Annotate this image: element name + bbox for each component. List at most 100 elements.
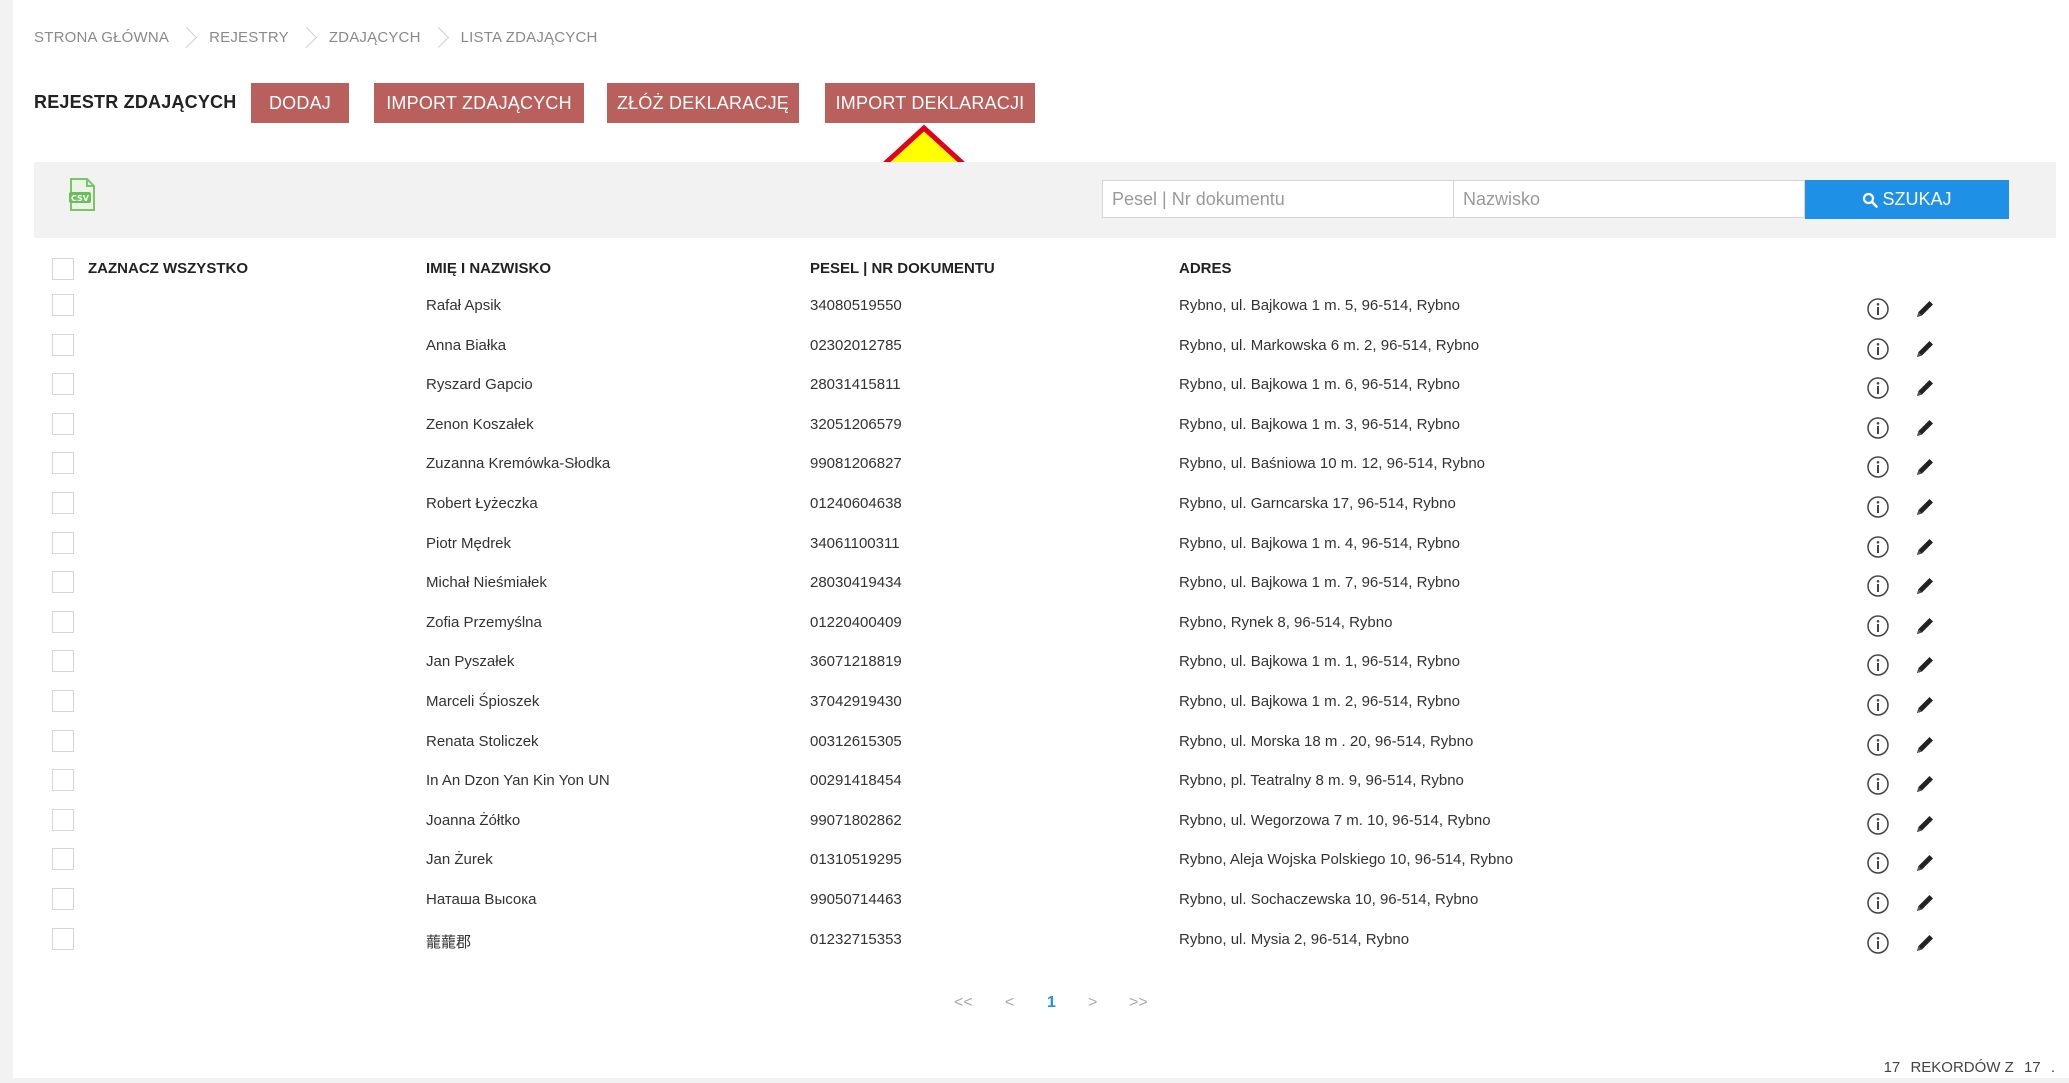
row-checkbox[interactable]: [52, 769, 74, 792]
edit-pencil-icon[interactable]: [1914, 377, 1936, 399]
import-candidates-button[interactable]: IMPORT ZDAJĄCYCH: [374, 83, 584, 123]
row-checkbox[interactable]: [52, 294, 74, 316]
info-icon[interactable]: [1866, 931, 1890, 955]
row-checkbox[interactable]: [52, 452, 74, 475]
search-button[interactable]: SZUKAJ: [1805, 180, 2009, 219]
info-icon[interactable]: [1866, 455, 1890, 479]
info-icon[interactable]: [1866, 376, 1890, 400]
csv-export-icon[interactable]: CSV: [68, 178, 96, 212]
table-row: Zenon Koszałek 32051206579 Rybno, ul. Bajk…: [34, 405, 2056, 445]
info-icon[interactable]: [1866, 653, 1890, 677]
cell-address: Rybno, Rynek 8, 96-514, Rybno: [1179, 613, 1393, 631]
cell-pesel: 28031415811: [810, 376, 901, 394]
column-header-address: ADRES: [1179, 260, 1232, 277]
info-icon[interactable]: [1866, 297, 1890, 321]
info-icon[interactable]: [1866, 337, 1890, 361]
edit-pencil-icon[interactable]: [1914, 417, 1936, 439]
edit-pencil-icon[interactable]: [1914, 773, 1936, 795]
surname-search-input[interactable]: [1453, 180, 1805, 218]
current-page[interactable]: 1: [1047, 994, 1056, 1012]
edit-pencil-icon[interactable]: [1914, 456, 1936, 478]
search-icon: [1863, 192, 1879, 208]
prev-page-link[interactable]: <: [1005, 994, 1014, 1012]
edit-pencil-icon[interactable]: [1914, 575, 1936, 597]
row-checkbox[interactable]: [52, 610, 74, 633]
pesel-search-input[interactable]: [1102, 180, 1454, 218]
record-count-tail: .: [2050, 1059, 2055, 1076]
cell-name: Zuzanna Kremówka-Słodka: [426, 455, 611, 473]
info-icon[interactable]: [1866, 693, 1890, 717]
info-icon[interactable]: [1866, 495, 1890, 519]
row-checkbox[interactable]: [52, 690, 74, 712]
edit-pencil-icon[interactable]: [1914, 496, 1936, 518]
breadcrumb-registers[interactable]: REJESTRY: [209, 29, 289, 46]
info-icon[interactable]: [1866, 851, 1890, 875]
edit-pencil-icon[interactable]: [1914, 892, 1936, 914]
row-checkbox[interactable]: [52, 531, 74, 554]
table-row: Robert Łyżeczka 01240604638 Rybno, ul. Gar…: [34, 484, 2056, 524]
breadcrumb-home[interactable]: STRONA GŁÓWNA: [34, 29, 169, 46]
info-icon[interactable]: [1866, 535, 1890, 559]
record-count: 17 REKORDÓW Z 17 .: [1878, 1059, 2055, 1076]
row-checkbox[interactable]: [52, 373, 74, 396]
add-button[interactable]: DODAJ: [251, 83, 349, 123]
import-declarations-button[interactable]: IMPORT DEKLARACJI: [825, 83, 1035, 123]
next-page-link[interactable]: >: [1088, 994, 1097, 1012]
edit-pencil-icon[interactable]: [1914, 615, 1936, 637]
edit-pencil-icon[interactable]: [1914, 654, 1936, 676]
row-checkbox[interactable]: [52, 808, 74, 831]
cell-name: Piotr Mędrek: [426, 534, 512, 552]
cell-address: Rybno, ul. Sochaczewska 10, 96-514, Rybn…: [1179, 891, 1479, 908]
info-icon[interactable]: [1866, 891, 1890, 915]
table-row: Rafał Apsik 34080519550 Rybno, ul. Bajkowa…: [34, 286, 2056, 326]
svg-text:CSV: CSV: [71, 194, 90, 203]
record-count-total: 17: [2023, 1059, 2041, 1076]
info-icon[interactable]: [1866, 812, 1890, 836]
cell-name: Robert Łyżeczka: [426, 495, 538, 512]
cell-address: Rybno, ul. Mysia 2, 96-514, Rybno: [1179, 930, 1410, 948]
table-row: Michał Nieśmiałek 28030419434 Rybno, ul. B…: [34, 563, 2056, 603]
row-checkbox[interactable]: [52, 927, 74, 950]
row-checkbox[interactable]: [52, 848, 74, 871]
cell-address: Rybno, ul. Bajkowa 1 m. 3, 96-514, Rybno: [1179, 415, 1460, 433]
table-row: Zuzanna Kremówka-Słodka 99081206827 Rybno,…: [34, 444, 2056, 484]
submit-declaration-button[interactable]: ZŁÓŻ DEKLARACJĘ: [607, 83, 799, 123]
row-checkbox[interactable]: [52, 412, 74, 435]
table-row: Renata Stoliczek 00312615305 Rybno, ul. Mo…: [34, 722, 2056, 762]
record-count-shown: 17: [1883, 1059, 1901, 1076]
edit-pencil-icon[interactable]: [1914, 734, 1936, 756]
cell-pesel: 99050714463: [810, 891, 902, 908]
edit-pencil-icon[interactable]: [1914, 852, 1936, 874]
edit-pencil-icon[interactable]: [1914, 694, 1936, 716]
info-icon[interactable]: [1866, 614, 1890, 638]
row-checkbox[interactable]: [52, 333, 74, 356]
chevron-right-icon: [181, 24, 195, 50]
cell-name: 蘢蘢郡: [426, 933, 472, 951]
breadcrumb-candidates[interactable]: ZDAJĄCYCH: [329, 29, 421, 46]
cell-name: Jan Pyszałek: [426, 653, 515, 671]
row-checkbox[interactable]: [52, 492, 74, 514]
info-icon[interactable]: [1866, 733, 1890, 757]
last-page-link[interactable]: >>: [1129, 994, 1148, 1012]
cell-pesel: 01232715353: [810, 930, 902, 948]
row-checkbox[interactable]: [52, 888, 74, 910]
cell-address: Rybno, ul. Markowska 6 m. 2, 96-514, Ryb…: [1179, 336, 1480, 354]
table-row: Piotr Mędrek 34061100311 Rybno, ul. Bajkow…: [34, 524, 2056, 564]
info-icon[interactable]: [1866, 574, 1890, 598]
edit-pencil-icon[interactable]: [1914, 536, 1936, 558]
select-all-checkbox[interactable]: [52, 258, 74, 280]
cell-name: Renata Stoliczek: [426, 732, 539, 750]
edit-pencil-icon[interactable]: [1914, 298, 1936, 320]
first-page-link[interactable]: <<: [954, 994, 973, 1012]
edit-pencil-icon[interactable]: [1914, 932, 1936, 954]
row-checkbox[interactable]: [52, 650, 74, 673]
info-icon[interactable]: [1866, 416, 1890, 440]
cell-pesel: 28030419434: [810, 574, 902, 592]
row-checkbox[interactable]: [52, 729, 74, 752]
cell-address: Rybno, ul. Bajkowa 1 m. 5, 96-514, Rybno: [1179, 297, 1460, 314]
row-checkbox[interactable]: [52, 571, 74, 594]
edit-pencil-icon[interactable]: [1914, 338, 1936, 360]
cell-address: Rybno, ul. Bajkowa 1 m. 4, 96-514, Rybno: [1179, 534, 1460, 552]
edit-pencil-icon[interactable]: [1914, 813, 1936, 835]
info-icon[interactable]: [1866, 772, 1890, 796]
